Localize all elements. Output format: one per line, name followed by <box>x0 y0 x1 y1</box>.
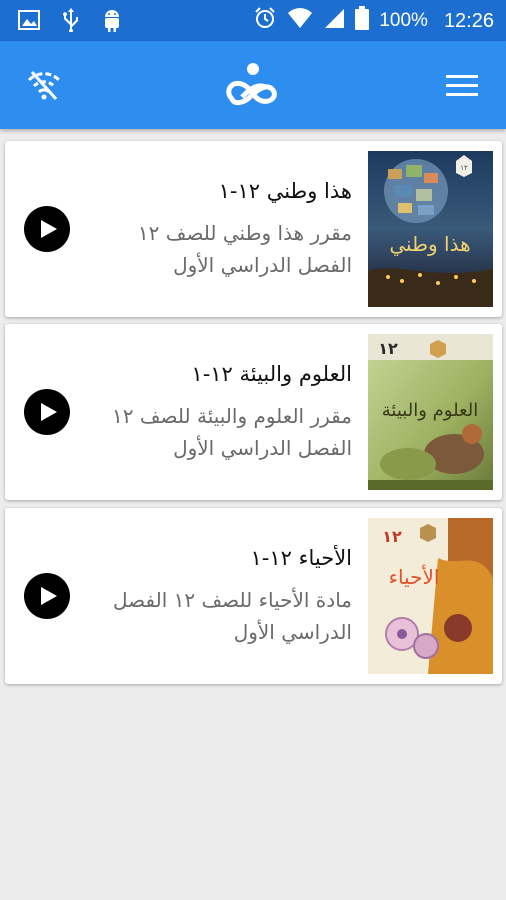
alarm-icon <box>253 6 277 36</box>
signal-icon <box>323 7 345 35</box>
android-icon <box>102 8 122 36</box>
cover-title: هذا وطني <box>389 232 470 257</box>
image-icon <box>18 10 40 34</box>
play-button[interactable] <box>24 389 70 435</box>
notification-icons <box>18 8 122 36</box>
cover-title: الأحياء <box>389 565 440 589</box>
course-card[interactable]: ١٢ العلوم والبيئة العلوم والبيئة ١٢-١ مق… <box>5 324 502 500</box>
wifi-icon <box>287 7 313 35</box>
battery-icon <box>355 6 370 36</box>
system-icons: 100% 12:26 <box>253 6 494 36</box>
course-title: الأحياء ١٢-١ <box>250 546 353 570</box>
cover-grade: ١٢ <box>378 339 398 358</box>
course-cover-image[interactable]: ١٢ الأحياء <box>368 518 493 674</box>
menu-icon <box>446 75 478 96</box>
course-title: هذا وطني ١٢-١ <box>218 179 352 203</box>
course-card[interactable]: ١٢ الأحياء الأحياء ١٢-١ مادة الأحياء للص… <box>5 508 502 684</box>
play-icon <box>41 403 57 421</box>
course-cover-image[interactable]: ١٢ هذا وطني <box>368 151 493 307</box>
status-bar: 100% 12:26 <box>0 0 506 41</box>
play-icon <box>41 220 57 238</box>
svg-text:١٢: ١٢ <box>460 164 468 172</box>
battery-percent: 100% <box>379 10 428 31</box>
app-logo <box>222 61 284 111</box>
course-description: مادة الأحياء للصف ١٢ الفصل الدراسي الأول <box>113 588 352 644</box>
cover-title: العلوم والبيئة <box>382 400 478 421</box>
play-icon <box>41 587 57 605</box>
course-cover-image[interactable]: ١٢ العلوم والبيئة <box>368 334 493 490</box>
course-card[interactable]: ١٢ هذا وطني هذا وطني ١٢-١ مقرر هذا وطني … <box>5 141 502 317</box>
wifi-off-icon <box>27 71 61 100</box>
wifi-off-button[interactable] <box>22 65 66 105</box>
clock: 12:26 <box>443 9 494 32</box>
app-bar <box>0 41 506 129</box>
play-button[interactable] <box>24 573 70 619</box>
course-title: العلوم والبيئة ١٢-١ <box>191 362 352 386</box>
course-description: مقرر العلوم والبيئة للصف ١٢ الفصل الدراس… <box>112 404 352 460</box>
play-button[interactable] <box>24 206 70 252</box>
menu-button[interactable] <box>440 63 484 107</box>
usb-icon <box>62 8 80 36</box>
cover-grade: ١٢ <box>382 527 402 546</box>
course-description: مقرر هذا وطني للصف ١٢ الفصل الدراسي الأو… <box>137 221 352 277</box>
